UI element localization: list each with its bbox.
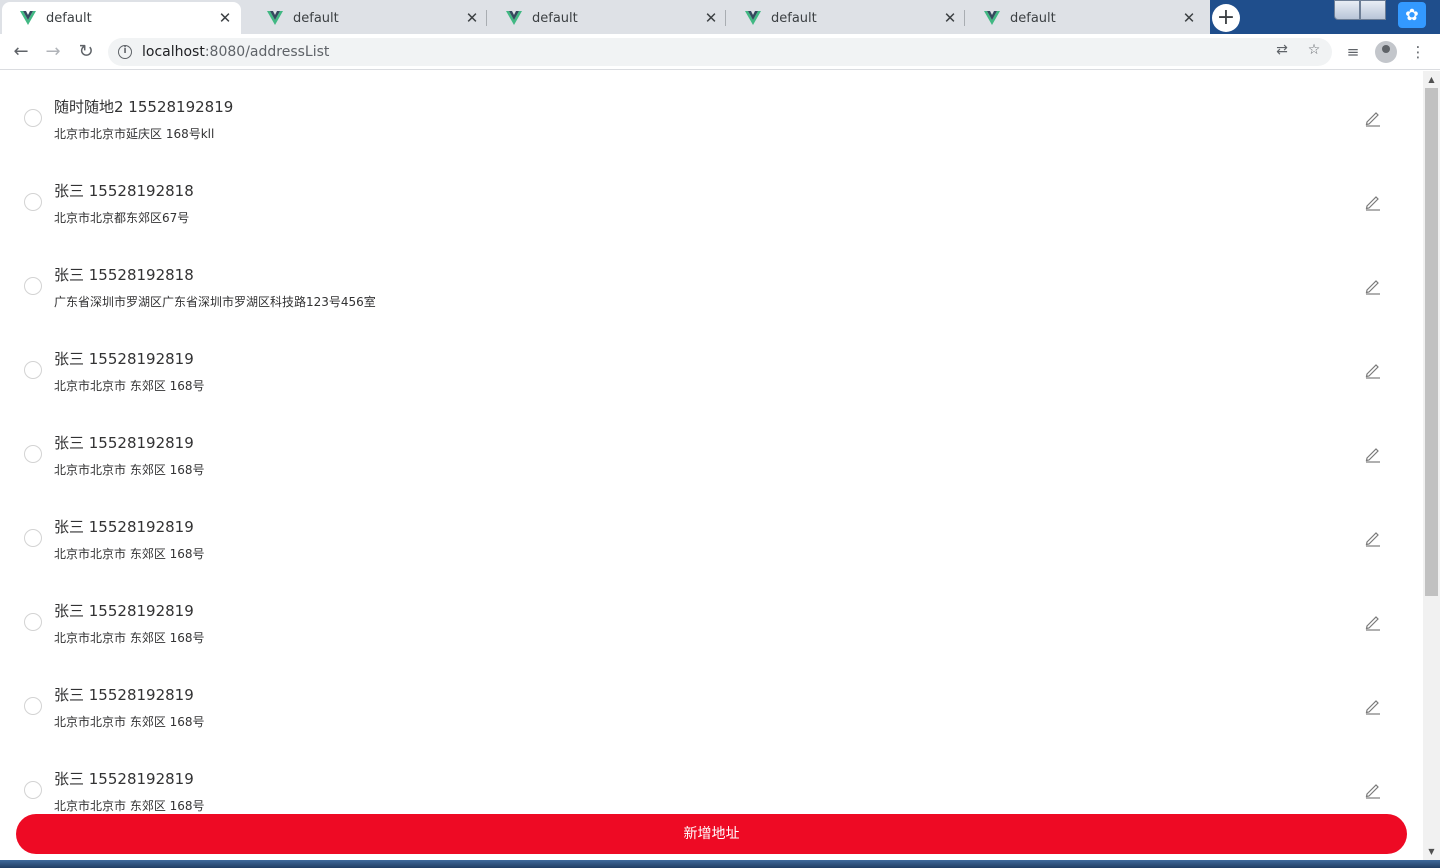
browser-tab[interactable]: default ✕: [966, 2, 1205, 34]
address-radio[interactable]: [24, 193, 42, 211]
address-detail: 北京市北京市 东郊区 168号: [54, 379, 205, 393]
address-radio[interactable]: [24, 697, 42, 715]
minimize-button[interactable]: [1334, 0, 1360, 20]
url-path: :8080/addressList: [204, 44, 330, 60]
address-radio[interactable]: [24, 781, 42, 799]
address-item[interactable]: 张三 15528192818 广东省深圳市罗湖区广东省深圳市罗湖区科技路123号4…: [0, 239, 1423, 323]
tab-title: default: [771, 10, 817, 26]
edit-pencil-icon[interactable]: [1364, 781, 1382, 799]
url-text[interactable]: localhost:8080/addressList: [142, 44, 329, 60]
address-radio[interactable]: [24, 277, 42, 295]
address-item[interactable]: 张三 15528192819 北京市北京市 东郊区 168号: [0, 323, 1423, 407]
edit-pencil-icon[interactable]: [1364, 109, 1382, 127]
edit-pencil-icon[interactable]: [1364, 613, 1382, 631]
maximize-button[interactable]: [1360, 0, 1386, 20]
address-name-phone: 张三 15528192819: [54, 686, 194, 704]
tab-title: default: [532, 10, 578, 26]
scroll-thumb[interactable]: [1425, 88, 1438, 596]
vue-logo-icon: [20, 11, 36, 25]
address-name-phone: 张三 15528192819: [54, 518, 194, 536]
scroll-up-icon[interactable]: ▲: [1423, 71, 1440, 88]
url-host: localhost: [142, 44, 205, 60]
extension-icon[interactable]: ✿: [1398, 2, 1426, 28]
profile-avatar[interactable]: [1375, 41, 1397, 63]
browser-tab[interactable]: default ✕: [2, 2, 241, 34]
address-name-phone: 随时随地2 15528192819: [54, 98, 234, 116]
tab-title: default: [46, 10, 92, 26]
address-detail: 北京市北京都东郊区67号: [54, 211, 190, 225]
address-detail: 北京市北京市延庆区 168号kll: [54, 127, 215, 141]
edit-pencil-icon[interactable]: [1364, 193, 1382, 211]
address-item[interactable]: 张三 15528192819 北京市北京市 东郊区 168号: [0, 659, 1423, 743]
address-name-phone: 张三 15528192819: [54, 350, 194, 368]
browser-tab[interactable]: default ✕: [727, 2, 966, 34]
browser-tab[interactable]: default ✕: [488, 2, 727, 34]
vue-logo-icon: [506, 11, 522, 25]
tab-separator: [964, 10, 965, 26]
os-taskbar: [0, 860, 1440, 868]
address-item[interactable]: 张三 15528192819 北京市北京市 东郊区 168号: [0, 491, 1423, 575]
address-detail: 北京市北京市 东郊区 168号: [54, 799, 205, 813]
address-radio[interactable]: [24, 529, 42, 547]
address-name-phone: 张三 15528192818: [54, 182, 194, 200]
tab-separator: [486, 10, 487, 26]
address-item[interactable]: 张三 15528192819 北京市北京市 东郊区 168号: [0, 575, 1423, 659]
vue-logo-icon: [745, 11, 761, 25]
address-list-page: 随时随地2 15528192819 北京市北京市延庆区 168号kll 张三 155…: [0, 71, 1423, 868]
tab-close-icon[interactable]: ✕: [1181, 10, 1197, 26]
address-bar[interactable]: i localhost:8080/addressList: [108, 38, 1332, 66]
edit-pencil-icon[interactable]: [1364, 277, 1382, 295]
address-detail: 北京市北京市 东郊区 168号: [54, 715, 205, 729]
edit-pencil-icon[interactable]: [1364, 445, 1382, 463]
tab-title: default: [293, 10, 339, 26]
address-name-phone: 张三 15528192818: [54, 266, 194, 284]
tab-close-icon[interactable]: ✕: [217, 10, 233, 26]
address-name-phone: 张三 15528192819: [54, 602, 194, 620]
vue-logo-icon: [267, 11, 283, 25]
tab-close-icon[interactable]: ✕: [703, 10, 719, 26]
address-item[interactable]: 张三 15528192818 北京市北京都东郊区67号: [0, 155, 1423, 239]
tab-close-icon[interactable]: ✕: [942, 10, 958, 26]
address-detail: 北京市北京市 东郊区 168号: [54, 463, 205, 477]
vue-logo-icon: [984, 11, 1000, 25]
address-item[interactable]: 张三 15528192819 北京市北京市 东郊区 168号: [0, 407, 1423, 491]
scroll-down-icon[interactable]: ▼: [1423, 843, 1440, 860]
address-detail: 广东省深圳市罗湖区广东省深圳市罗湖区科技路123号456室: [54, 295, 376, 309]
new-tab-button[interactable]: +: [1212, 4, 1240, 32]
edit-pencil-icon[interactable]: [1364, 361, 1382, 379]
tab-separator: [725, 10, 726, 26]
info-icon[interactable]: i: [118, 45, 132, 59]
tab-close-icon[interactable]: ✕: [464, 10, 480, 26]
add-address-button[interactable]: 新增地址: [16, 814, 1407, 854]
page-scrollbar[interactable]: ▲ ▼: [1423, 71, 1440, 860]
address-detail: 北京市北京市 东郊区 168号: [54, 631, 205, 645]
bookmark-star-icon[interactable]: ☆: [1304, 40, 1324, 60]
address-radio[interactable]: [24, 361, 42, 379]
address-name-phone: 张三 15528192819: [54, 434, 194, 452]
reload-icon[interactable]: ↻: [74, 40, 98, 64]
address-item[interactable]: 随时随地2 15528192819 北京市北京市延庆区 168号kll: [0, 71, 1423, 155]
address-name-phone: 张三 15528192819: [54, 770, 194, 788]
browser-toolbar: ← → ↻ i localhost:8080/addressList ⇄ ☆ ≡…: [0, 34, 1440, 70]
address-radio[interactable]: [24, 445, 42, 463]
translate-icon[interactable]: ⇄: [1272, 40, 1292, 60]
address-detail: 北京市北京市 东郊区 168号: [54, 547, 205, 561]
edit-pencil-icon[interactable]: [1364, 529, 1382, 547]
back-icon[interactable]: ←: [9, 40, 33, 64]
menu-icon[interactable]: ⋮: [1406, 40, 1430, 64]
address-radio[interactable]: [24, 613, 42, 631]
tab-title: default: [1010, 10, 1056, 26]
address-radio[interactable]: [24, 109, 42, 127]
browser-tab[interactable]: default ✕: [249, 2, 488, 34]
edit-pencil-icon[interactable]: [1364, 697, 1382, 715]
media-control-icon[interactable]: ≡: [1341, 40, 1365, 64]
tab-strip: default ✕ default ✕ default ✕ default ✕ default ✕…: [0, 0, 1440, 34]
forward-icon[interactable]: →: [41, 40, 65, 64]
